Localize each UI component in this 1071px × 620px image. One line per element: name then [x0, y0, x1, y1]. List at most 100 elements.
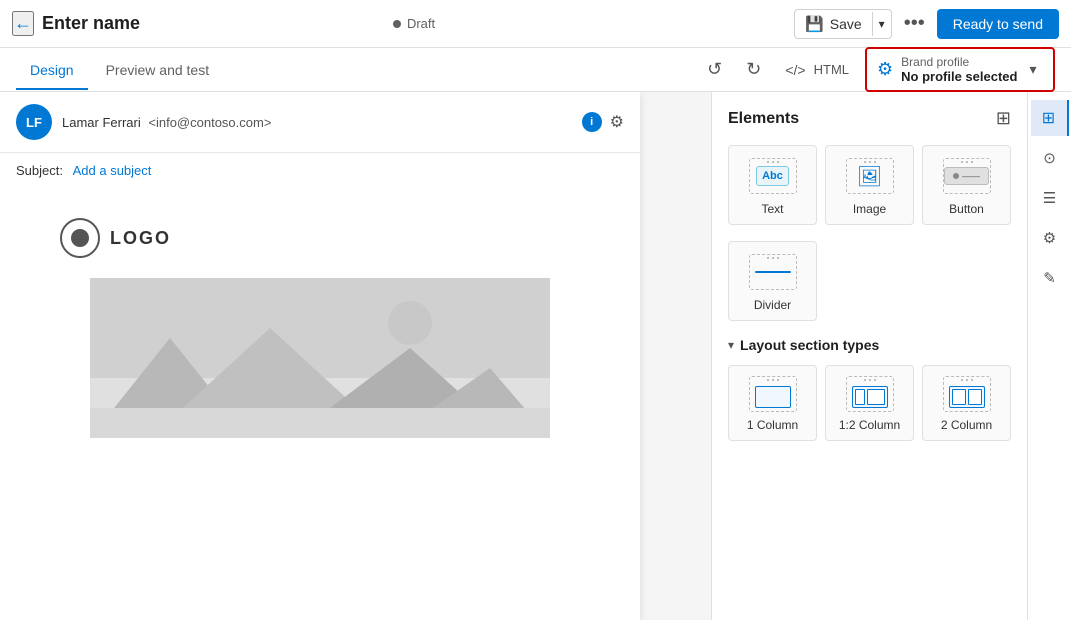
brand-profile-label: Brand profile	[901, 55, 1017, 69]
image-element-label: Image	[853, 202, 886, 216]
undo-button[interactable]: ↺	[699, 55, 730, 84]
tab-preview[interactable]: Preview and test	[92, 50, 224, 90]
right-panel: Elements ⊞ Abc Te	[711, 92, 1071, 620]
elements-grid-row2: Divider	[728, 241, 1011, 321]
element-text[interactable]: Abc Text	[728, 145, 817, 225]
divider-icon	[755, 271, 791, 273]
save-dropdown-button[interactable]: ▾	[872, 12, 891, 36]
gear-icon: ⚙	[877, 59, 893, 80]
more-options-button[interactable]: •••	[898, 8, 931, 39]
email-canvas[interactable]: LF Lamar Ferrari <info@contoso.com> i	[0, 92, 711, 620]
2col-label: 2 Column	[941, 418, 992, 432]
button-element-preview: ——	[943, 158, 991, 194]
personalize-icon: ⚙	[1043, 229, 1056, 247]
layout-section-chevron-icon: ▾	[728, 338, 734, 352]
back-button[interactable]: ←	[12, 11, 34, 36]
layout-sidebar-icon: ⊞	[1042, 108, 1055, 128]
email-body: LOGO	[0, 188, 640, 468]
save-button-group: 💾 Save ▾	[794, 9, 892, 39]
tabbar-tools: ↺ ↻ </> HTML ⚙ Brand profile No profile …	[699, 47, 1055, 92]
page-title: Enter name	[42, 13, 385, 34]
logo-icon	[60, 218, 100, 258]
layout-1col[interactable]: 1 Column	[728, 365, 817, 441]
from-name: Lamar Ferrari <info@contoso.com>	[62, 115, 271, 130]
main-content: LF Lamar Ferrari <info@contoso.com> i	[0, 92, 1071, 620]
divider-element-label: Divider	[754, 298, 791, 312]
layout-section-header[interactable]: ▾ Layout section types	[728, 337, 1011, 353]
style-icon: ✎	[1043, 269, 1056, 287]
topbar: ← Enter name Draft 💾 Save ▾ ••• Ready to…	[0, 0, 1071, 48]
abc-icon: Abc	[756, 166, 789, 186]
draft-dot	[393, 20, 401, 28]
icon-sidebar: ⊞ ⊙ ☰ ⚙ ✎	[1027, 92, 1071, 620]
conditions-icon: ☰	[1043, 189, 1056, 207]
draft-label: Draft	[407, 16, 435, 31]
12col-preview	[846, 376, 894, 412]
draft-status: Draft	[393, 16, 435, 31]
text-element-preview: Abc	[749, 158, 797, 194]
expand-icon: ⊞	[996, 108, 1011, 128]
button-icon: ——	[944, 167, 989, 185]
elements-panel: Elements ⊞ Abc Te	[712, 92, 1027, 620]
button-element-label: Button	[949, 202, 984, 216]
tab-design[interactable]: Design	[16, 50, 88, 90]
brand-profile-button[interactable]: ⚙ Brand profile No profile selected ▾	[865, 47, 1055, 92]
element-button[interactable]: —— Button	[922, 145, 1011, 225]
brand-profile-value: No profile selected	[901, 69, 1017, 84]
1col-label: 1 Column	[747, 418, 798, 432]
layout-12col[interactable]: 1:2 Column	[825, 365, 914, 441]
contacts-icon: ⊙	[1043, 149, 1056, 167]
redo-icon: ↻	[746, 59, 761, 79]
email-from-row: LF Lamar Ferrari <info@contoso.com> i	[16, 104, 624, 140]
subject-label: Subject:	[16, 163, 63, 178]
tabbar: Design Preview and test ↺ ↻ </> HTML ⚙ B…	[0, 48, 1071, 92]
sidebar-style-button[interactable]: ✎	[1032, 260, 1068, 296]
code-icon: </>	[785, 62, 805, 78]
logo-text: LOGO	[110, 228, 171, 249]
element-image[interactable]: 🖼 Image	[825, 145, 914, 225]
divider-element-preview	[749, 254, 797, 290]
redo-button[interactable]: ↻	[738, 55, 769, 84]
12col-label: 1:2 Column	[839, 418, 900, 432]
layout-2col[interactable]: 2 Column	[922, 365, 1011, 441]
ellipsis-icon: •••	[904, 12, 925, 34]
ready-to-send-button[interactable]: Ready to send	[937, 9, 1059, 39]
panel-header: Elements ⊞	[728, 108, 1011, 129]
from-email: <info@contoso.com>	[148, 115, 271, 130]
chevron-down-icon: ▾	[879, 17, 885, 31]
email-image-placeholder[interactable]	[90, 278, 550, 438]
save-button[interactable]: 💾 Save	[795, 10, 872, 38]
html-label: HTML	[814, 62, 849, 77]
topbar-actions: 💾 Save ▾ ••• Ready to send	[794, 8, 1059, 39]
layout-grid: 1 Column 1:2 C	[728, 365, 1011, 441]
info-button[interactable]: i	[582, 112, 602, 132]
logo-area: LOGO	[60, 218, 171, 258]
layout-section-title: Layout section types	[740, 337, 879, 353]
html-button[interactable]: </> HTML	[777, 58, 857, 82]
subject-input[interactable]: Add a subject	[73, 163, 152, 178]
save-label: Save	[830, 16, 862, 32]
panel-expand-button[interactable]: ⊞	[996, 108, 1011, 129]
image-icon: 🖼	[857, 164, 882, 189]
text-element-label: Text	[761, 202, 783, 216]
sidebar-contacts-button[interactable]: ⊙	[1032, 140, 1068, 176]
1col-preview	[749, 376, 797, 412]
2col-preview	[943, 376, 991, 412]
email-header: LF Lamar Ferrari <info@contoso.com> i	[0, 92, 640, 153]
settings-button[interactable]: ⚙	[610, 112, 624, 132]
email-subject-row: Subject: Add a subject	[0, 153, 640, 188]
gear-settings-icon: ⚙	[610, 114, 624, 131]
email-card: LF Lamar Ferrari <info@contoso.com> i	[0, 92, 640, 620]
canvas-outer: LF Lamar Ferrari <info@contoso.com> i	[0, 92, 711, 620]
sidebar-conditions-button[interactable]: ☰	[1032, 180, 1068, 216]
element-divider[interactable]: Divider	[728, 241, 817, 321]
image-element-preview: 🖼	[846, 158, 894, 194]
elements-grid: Abc Text 🖼 Image	[728, 145, 1011, 225]
avatar: LF	[16, 104, 52, 140]
save-disk-icon: 💾	[805, 15, 824, 33]
brand-profile-chevron-icon: ▾	[1029, 61, 1036, 78]
undo-icon: ↺	[707, 59, 722, 79]
sidebar-layout-button[interactable]: ⊞	[1031, 100, 1069, 136]
panel-title: Elements	[728, 110, 799, 128]
sidebar-personalize-button[interactable]: ⚙	[1032, 220, 1068, 256]
